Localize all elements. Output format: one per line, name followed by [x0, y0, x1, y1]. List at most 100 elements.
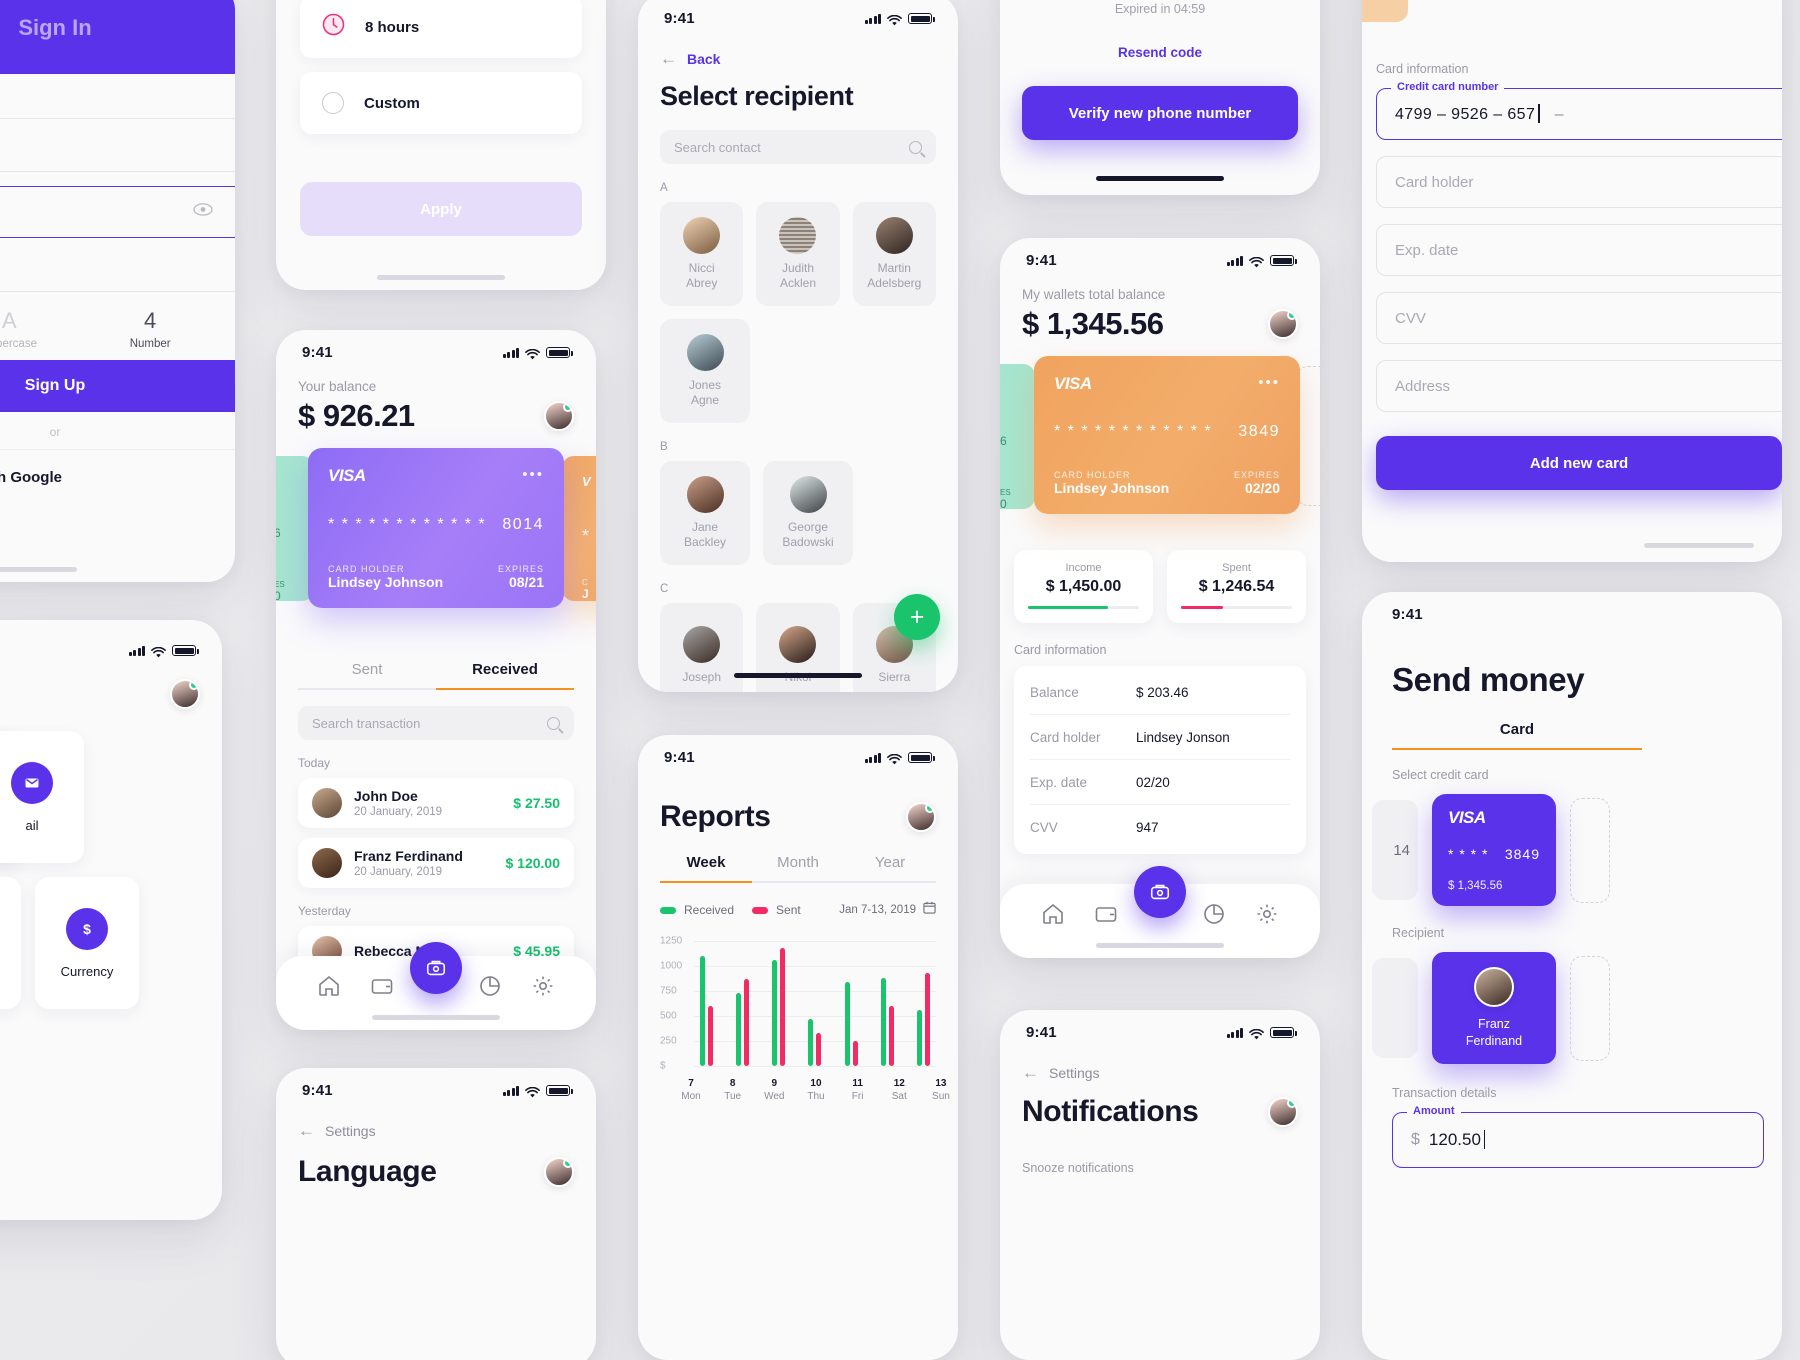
- settings-tile-currency[interactable]: $ Currency: [35, 877, 139, 1009]
- contact-tile[interactable]: Judith Acklen: [756, 202, 840, 306]
- tab-week[interactable]: Week: [660, 854, 752, 881]
- back-to-settings[interactable]: ← Settings: [1022, 1063, 1298, 1083]
- avatar[interactable]: [1268, 1097, 1298, 1127]
- card-holder-label: CARD HOLDER: [328, 564, 405, 574]
- contact-tile[interactable]: Nicci Abrey: [660, 202, 744, 306]
- contact-last: Adelsberg: [867, 276, 922, 290]
- gear-icon[interactable]: [531, 974, 555, 998]
- tab-year[interactable]: Year: [844, 854, 936, 881]
- card-option-selected[interactable]: VISA * * * * 3849 $ 1,345.56: [1432, 794, 1556, 906]
- credit-card-primary[interactable]: VISA ••• * * * * * * * * * * * * 3849 CA…: [1034, 356, 1300, 514]
- chart-icon[interactable]: [478, 974, 502, 998]
- screen-verify-phone: Expired in 04:59 Resend code Verify new …: [1000, 0, 1320, 195]
- card-holder-field[interactable]: Card holder: [1376, 156, 1782, 208]
- wallet-icon[interactable]: [370, 974, 394, 998]
- recipient-option-add-slot[interactable]: [1570, 955, 1610, 1061]
- contact-tile[interactable]: Nikol: [756, 603, 840, 692]
- search-transaction-input[interactable]: Search transaction: [298, 706, 574, 740]
- settings-tile-notifications[interactable]: ations: [0, 877, 21, 1009]
- add-new-card-button[interactable]: Add new card: [1376, 436, 1782, 490]
- scan-fab-button[interactable]: [410, 942, 462, 994]
- home-icon[interactable]: [1041, 902, 1065, 926]
- bar-group: [880, 978, 894, 1066]
- row-value: Lindsey Jonson: [1136, 729, 1230, 745]
- gear-icon[interactable]: [1255, 902, 1279, 926]
- exp-date-field[interactable]: Exp. date: [1376, 224, 1782, 276]
- home-icon[interactable]: [317, 974, 341, 998]
- more-icon[interactable]: •••: [522, 466, 544, 483]
- x-sublabel: Sat: [891, 1091, 907, 1102]
- tab-received[interactable]: Received: [436, 661, 574, 688]
- contact-tile[interactable]: Jane Backley: [660, 461, 750, 565]
- screen-send-money: 9:41 Send money Card Select credit card …: [1362, 592, 1782, 1360]
- settings-tile-email[interactable]: ail: [0, 731, 84, 863]
- password-field[interactable]: 274: [0, 186, 235, 238]
- card-peek-left[interactable]: 6 ES 0: [1000, 364, 1035, 509]
- avatar: [686, 476, 724, 513]
- signal-icon: [128, 645, 145, 656]
- transaction-row[interactable]: John Doe 20 January, 2019 $ 27.50: [298, 778, 574, 828]
- home-indicator: [1096, 943, 1224, 948]
- email-field[interactable]: @gmail.com: [0, 118, 235, 172]
- avatar[interactable]: [1268, 309, 1298, 339]
- apply-button[interactable]: Apply: [300, 182, 582, 236]
- transaction-details-label: Transaction details: [1392, 1086, 1497, 1100]
- back-button[interactable]: ← Back: [660, 49, 936, 69]
- avatar: [683, 625, 721, 663]
- status-bar: 9:41: [276, 330, 596, 361]
- search-placeholder: Search contact: [674, 139, 761, 155]
- card-peek-right[interactable]: V * C J: [562, 456, 596, 601]
- row-key: CVV: [1030, 820, 1058, 835]
- recipient-option-previous[interactable]: [1372, 958, 1418, 1058]
- avatar[interactable]: [544, 1157, 574, 1187]
- radio-icon[interactable]: [322, 92, 344, 114]
- scan-fab-button[interactable]: [1134, 866, 1186, 918]
- page-title: Notifications: [1022, 1095, 1199, 1128]
- avatar[interactable]: [906, 802, 936, 832]
- tab-month[interactable]: Month: [752, 854, 844, 881]
- date-range-picker[interactable]: Jan 7-13, 2019: [839, 901, 936, 919]
- search-icon: [909, 140, 922, 154]
- confirm-password-field[interactable]: password: [0, 238, 235, 292]
- contact-first: Martin: [877, 261, 911, 275]
- tab-card[interactable]: Card: [1392, 721, 1642, 748]
- snooze-option-custom[interactable]: Custom: [300, 72, 582, 134]
- verify-phone-button[interactable]: Verify new phone number: [1022, 86, 1298, 140]
- resend-code-link[interactable]: Resend code: [1118, 45, 1202, 60]
- prev-card-last-digits: 14: [1393, 841, 1410, 859]
- balance-amount: $ 926.21: [298, 398, 415, 433]
- table-row: Card holder Lindsey Jonson: [1030, 715, 1290, 760]
- contact-tile[interactable]: Jones Agne: [660, 319, 750, 423]
- eye-icon[interactable]: [193, 203, 213, 221]
- card-expires-label: EXPIRES: [1233, 470, 1280, 480]
- credit-card-number-field[interactable]: Credit card number 4799 – 9526 – 657 –: [1376, 81, 1782, 140]
- contact-tile[interactable]: Joseph: [660, 603, 744, 692]
- card-option-previous[interactable]: 14: [1372, 800, 1418, 900]
- transaction-row[interactable]: Franz Ferdinand 20 January, 2019 $ 120.0…: [298, 838, 574, 888]
- address-field[interactable]: Address: [1376, 360, 1782, 412]
- tab-sent[interactable]: Sent: [298, 661, 436, 688]
- signal-icon: [864, 13, 881, 24]
- amount-field[interactable]: Amount $ 120.50: [1392, 1105, 1764, 1168]
- wallet-icon[interactable]: [1094, 902, 1118, 926]
- snooze-option-8hours[interactable]: 8 hours: [300, 0, 582, 58]
- chart-icon[interactable]: [1202, 902, 1226, 926]
- recipient-option-selected[interactable]: Franz Ferdinand: [1432, 952, 1556, 1064]
- add-contact-fab-button[interactable]: +: [894, 594, 940, 640]
- status-bar: 9:41: [276, 1068, 596, 1099]
- contact-tile[interactable]: Martin Adelsberg: [852, 202, 936, 306]
- avatar[interactable]: [544, 401, 574, 431]
- more-icon[interactable]: •••: [1258, 374, 1280, 391]
- avatar[interactable]: [170, 679, 200, 709]
- status-time: 9:41: [1026, 252, 1057, 269]
- cvv-field[interactable]: CVV: [1376, 292, 1782, 344]
- continue-with-google-button[interactable]: Continue with Google: [0, 449, 235, 505]
- search-contact-input[interactable]: Search contact: [660, 130, 936, 164]
- sign-up-button[interactable]: Sign Up: [0, 360, 235, 412]
- card-option-add-slot[interactable]: [1570, 797, 1610, 903]
- credit-card-primary[interactable]: VISA ••• * * * * * * * * * * * * 8014 CA…: [308, 448, 564, 608]
- back-to-settings[interactable]: ← Settings: [298, 1121, 574, 1141]
- contact-tile[interactable]: George Badowski: [763, 461, 853, 565]
- x-tick: 10: [810, 1078, 822, 1089]
- battery-icon: [546, 1085, 573, 1096]
